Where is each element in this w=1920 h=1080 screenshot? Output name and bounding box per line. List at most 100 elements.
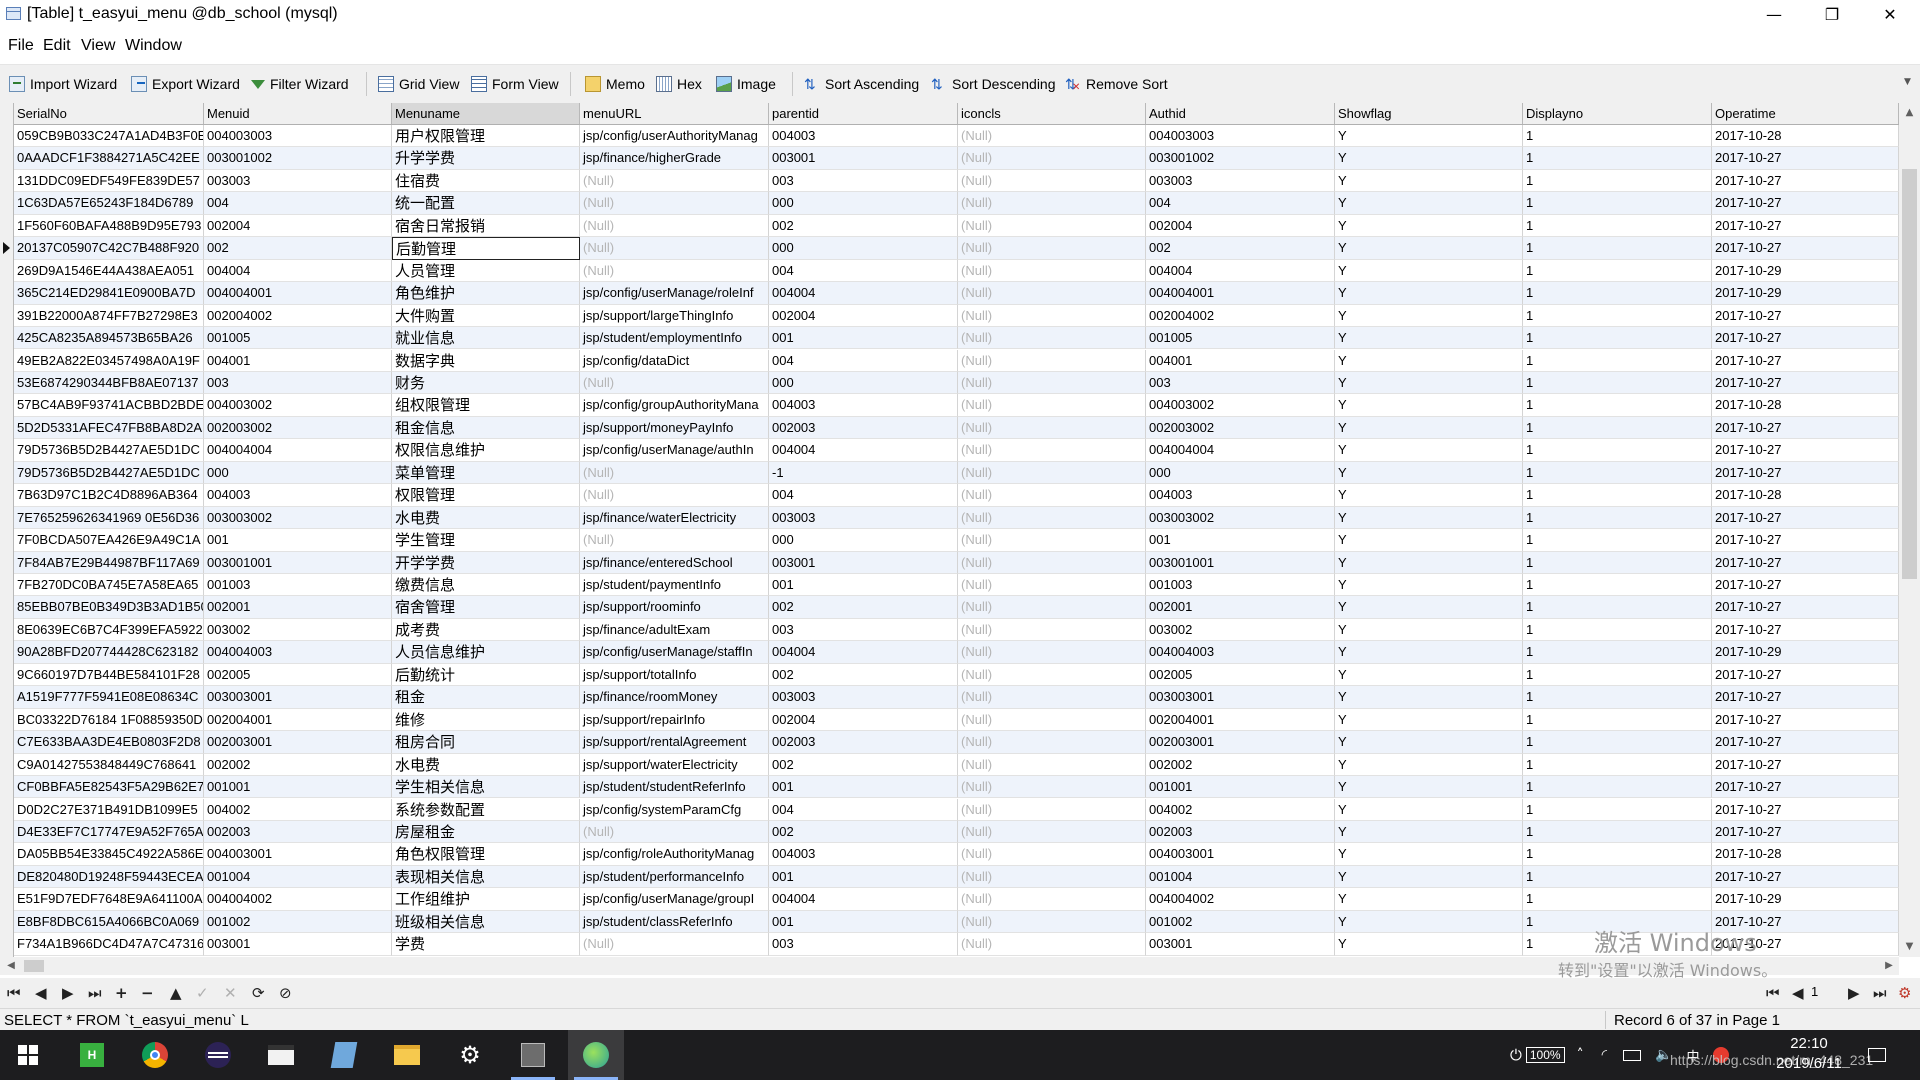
cell-displayno[interactable]: 1 [1523, 843, 1712, 866]
cell-showflag[interactable]: Y [1335, 439, 1523, 462]
cell-menuurl[interactable]: jsp/support/roominfo [580, 596, 769, 619]
table-row[interactable]: 1F560F60BAFA488B9D95E793 002004 宿舍日常报销 (Nul… [14, 214, 1899, 238]
cell-parentid[interactable]: 004004 [769, 641, 958, 664]
hex-button[interactable]: Hex [656, 74, 702, 94]
cell-displayno[interactable]: 1 [1523, 551, 1712, 574]
taskbar-app-media[interactable] [253, 1030, 309, 1080]
column-header-menuname[interactable]: Menuname [392, 103, 580, 124]
sort-descending-button[interactable]: ⇅ Sort Descending [931, 74, 1056, 94]
cell-menuname[interactable]: 人员信息维护 [392, 641, 580, 664]
cell-menuid[interactable]: 004003 [204, 484, 392, 507]
page-settings-icon[interactable]: ⚙ [1898, 984, 1911, 1002]
column-header-menuurl[interactable]: menuURL [580, 103, 769, 124]
cell-iconcls[interactable]: (Null) [958, 618, 1146, 642]
cell-iconcls[interactable]: (Null) [958, 349, 1146, 372]
table-row[interactable]: 8E0639EC6B7C4F399EFA5922 003002 成考费 jsp/fin… [14, 618, 1899, 642]
cell-iconcls[interactable]: (Null) [958, 686, 1146, 709]
cell-parentid[interactable]: 002 [769, 663, 958, 687]
cell-menuurl[interactable]: (Null) [580, 933, 769, 956]
cell-authid[interactable]: 004002 [1146, 798, 1335, 821]
add-record-icon[interactable]: + [115, 984, 128, 1002]
cell-menuid[interactable]: 003003001 [204, 686, 392, 709]
cell-menuurl[interactable]: (Null) [580, 214, 769, 238]
cell-menuname[interactable]: 升学学费 [392, 147, 580, 170]
cell-menuurl[interactable]: jsp/config/systemParamCfg [580, 798, 769, 821]
cell-displayno[interactable]: 1 [1523, 169, 1712, 193]
cell-menuname[interactable]: 后勤统计 [392, 663, 580, 687]
table-row[interactable]: 365C214ED29841E0900BA7D 004004001 角色维护 jsp/… [14, 282, 1899, 305]
cell-menuname[interactable]: 班级相关信息 [392, 910, 580, 934]
cell-operatime[interactable]: 2017-10-27 [1712, 753, 1899, 777]
cell-menuurl[interactable]: jsp/config/roleAuthorityManag [580, 843, 769, 866]
cell-displayno[interactable]: 1 [1523, 529, 1712, 552]
cell-menuid[interactable]: 004004001 [204, 282, 392, 305]
cell-iconcls[interactable]: (Null) [958, 529, 1146, 552]
cell-menuname[interactable]: 数据字典 [392, 349, 580, 372]
cell-showflag[interactable]: Y [1335, 708, 1523, 732]
cell-menuname[interactable]: 后勤管理 [392, 237, 580, 260]
cell-menuurl[interactable]: (Null) [580, 461, 769, 485]
cell-menuname[interactable]: 学费 [392, 933, 580, 956]
cell-parentid[interactable]: 004 [769, 484, 958, 507]
cell-parentid[interactable]: 000 [769, 192, 958, 215]
menu-window[interactable]: Window [125, 37, 182, 55]
cell-operatime[interactable]: 2017-10-27 [1712, 686, 1899, 709]
table-row[interactable]: 20137C05907C42C7B488F920 002 后勤管理 (Null) 000… [14, 237, 1899, 260]
cell-showflag[interactable]: Y [1335, 574, 1523, 597]
cell-menuid[interactable]: 003001 [204, 933, 392, 956]
cell-menuurl[interactable]: jsp/config/userManage/authIn [580, 439, 769, 462]
cell-serialno[interactable]: 85EBB07BE0B349D3B3AD1B50 [14, 596, 204, 619]
cell-menuname[interactable]: 用户权限管理 [392, 125, 580, 148]
cell-serialno[interactable]: 20137C05907C42C7B488F920 [14, 237, 204, 260]
toolbar-overflow-icon[interactable]: ▼ [1904, 77, 1911, 87]
cell-operatime[interactable]: 2017-10-27 [1712, 618, 1899, 642]
cell-operatime[interactable]: 2017-10-27 [1712, 327, 1899, 350]
cell-iconcls[interactable]: (Null) [958, 663, 1146, 687]
edit-record-icon[interactable]: ▲ [170, 984, 182, 1002]
cell-authid[interactable]: 002004001 [1146, 708, 1335, 732]
table-row[interactable]: 79D5736B5D2B4427AE5D1DC 004004004 权限信息维护 js… [14, 439, 1899, 462]
cell-showflag[interactable]: Y [1335, 843, 1523, 866]
cell-authid[interactable]: 002001 [1146, 596, 1335, 619]
cell-menuname[interactable]: 宿舍管理 [392, 596, 580, 619]
cell-parentid[interactable]: 002 [769, 214, 958, 238]
cell-iconcls[interactable]: (Null) [958, 259, 1146, 283]
cell-menuurl[interactable]: jsp/support/waterElectricity [580, 753, 769, 777]
cell-iconcls[interactable]: (Null) [958, 596, 1146, 619]
cell-displayno[interactable]: 1 [1523, 237, 1712, 260]
cell-menuname[interactable]: 工作组维护 [392, 888, 580, 911]
cell-menuid[interactable]: 001004 [204, 865, 392, 889]
column-header-operatime[interactable]: Operatime [1712, 103, 1899, 124]
cell-authid[interactable]: 003003 [1146, 169, 1335, 193]
cell-authid[interactable]: 002003 [1146, 820, 1335, 844]
next-record-icon[interactable]: ▶ [62, 984, 74, 1002]
cell-parentid[interactable]: 001 [769, 327, 958, 350]
image-button[interactable]: Image [716, 74, 776, 94]
table-row[interactable]: 059CB9B033C247A1AD4B3F0E 004003003 用户权限管理 j… [14, 125, 1899, 148]
cell-showflag[interactable]: Y [1335, 169, 1523, 193]
column-header-menuid[interactable]: Menuid [204, 103, 392, 124]
cell-iconcls[interactable]: (Null) [958, 439, 1146, 462]
cell-displayno[interactable]: 1 [1523, 686, 1712, 709]
cell-operatime[interactable]: 2017-10-27 [1712, 349, 1899, 372]
cell-serialno[interactable]: E8BF8DBC615A4066BC0A069 [14, 910, 204, 934]
cell-operatime[interactable]: 2017-10-27 [1712, 439, 1899, 462]
cell-showflag[interactable]: Y [1335, 865, 1523, 889]
horizontal-scroll-thumb[interactable] [24, 960, 44, 972]
cell-menuid[interactable]: 004003003 [204, 125, 392, 148]
cell-iconcls[interactable]: (Null) [958, 371, 1146, 395]
cell-menuname[interactable]: 住宿费 [392, 169, 580, 193]
cell-parentid[interactable]: 004 [769, 259, 958, 283]
table-row[interactable]: 0AAADCF1F3884271A5C42EE 003001002 升学学费 jsp/… [14, 147, 1899, 170]
cell-displayno[interactable]: 1 [1523, 304, 1712, 328]
cell-displayno[interactable]: 1 [1523, 618, 1712, 642]
cell-iconcls[interactable]: (Null) [958, 820, 1146, 844]
cell-menuid[interactable]: 003001001 [204, 551, 392, 574]
cell-menuname[interactable]: 水电费 [392, 506, 580, 530]
chevron-up-icon[interactable]: ˄ [1577, 1047, 1584, 1063]
table-row[interactable]: 53E6874290344BFB8AE07137 003 财务 (Null) 000 (N… [14, 371, 1899, 395]
cell-parentid[interactable]: 002 [769, 820, 958, 844]
cell-showflag[interactable]: Y [1335, 461, 1523, 485]
cell-serialno[interactable]: 7B63D97C1B2C4D8896AB364 [14, 484, 204, 507]
cell-menuname[interactable]: 房屋租金 [392, 820, 580, 844]
